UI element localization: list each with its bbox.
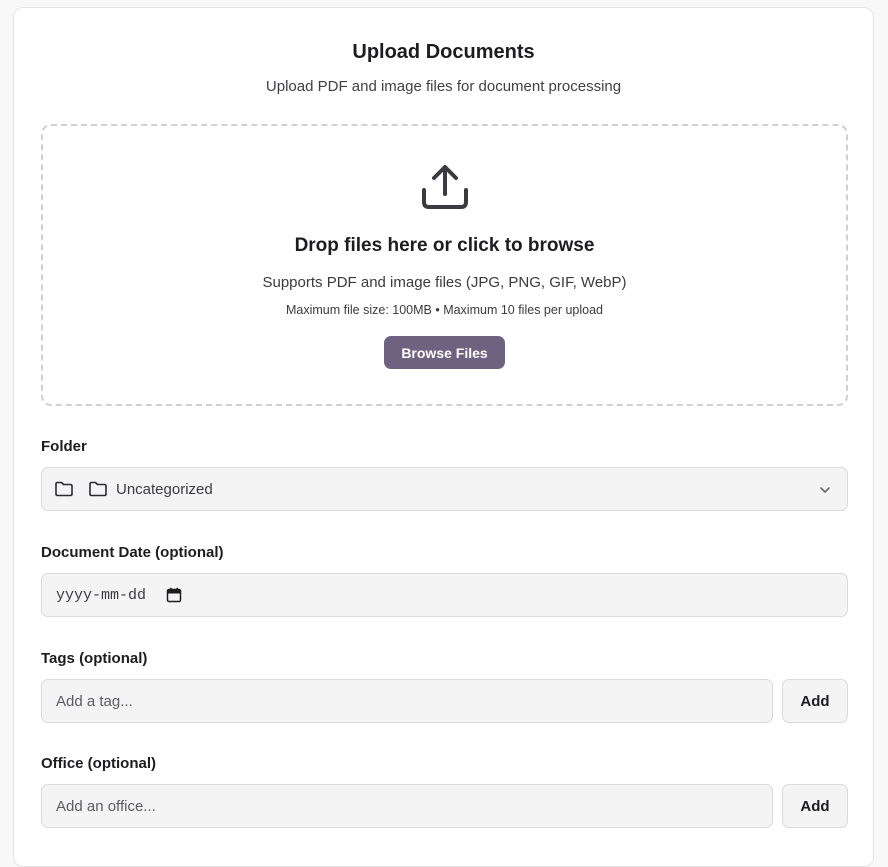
folder-selected-value: Uncategorized <box>116 480 213 498</box>
file-dropzone[interactable]: Drop files here or click to browse Suppo… <box>41 124 848 406</box>
upload-card: Upload Documents Upload PDF and image fi… <box>13 7 874 867</box>
folder-icon <box>89 481 107 497</box>
tags-label: Tags (optional) <box>41 650 148 667</box>
browse-files-button[interactable]: Browse Files <box>384 336 505 369</box>
upload-icon <box>422 165 468 209</box>
tag-input[interactable] <box>41 679 773 723</box>
dropzone-limits-text: Maximum file size: 100MB • Maximum 10 fi… <box>286 303 603 317</box>
chevron-down-icon <box>820 487 830 493</box>
office-label: Office (optional) <box>41 755 156 772</box>
dropzone-support-text: Supports PDF and image files (JPG, PNG, … <box>262 274 627 291</box>
office-input[interactable] <box>41 784 773 828</box>
page-subtitle: Upload PDF and image files for document … <box>265 78 622 95</box>
document-date-input[interactable]: yyyy-mm-dd <box>41 573 848 617</box>
calendar-icon[interactable] <box>166 587 182 603</box>
folder-label: Folder <box>41 438 87 455</box>
date-placeholder: yyyy-mm-dd <box>56 586 147 604</box>
folder-select[interactable]: Uncategorized <box>41 467 848 511</box>
page-title: Upload Documents <box>352 41 535 63</box>
folder-icon <box>55 481 73 497</box>
document-date-label: Document Date (optional) <box>41 544 224 561</box>
add-tag-button[interactable]: Add <box>782 679 848 723</box>
add-office-button[interactable]: Add <box>782 784 848 828</box>
dropzone-title: Drop files here or click to browse <box>294 235 595 256</box>
